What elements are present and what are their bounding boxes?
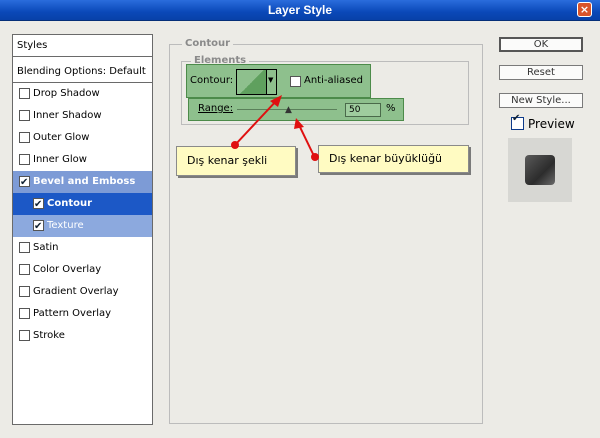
annotation-arrows <box>234 95 315 157</box>
arrow-to-range <box>298 124 315 157</box>
callout-dot-right <box>311 153 319 161</box>
dialog-body: Styles Blending Options: Default Drop Sh… <box>0 21 600 438</box>
title-bar: Layer Style × <box>0 0 600 21</box>
arrow-to-contour <box>234 98 279 146</box>
window-title: Layer Style <box>267 3 333 17</box>
close-icon: × <box>579 3 590 16</box>
close-button[interactable]: × <box>577 2 592 17</box>
arrow-head-range <box>294 118 304 129</box>
callout-dot-left <box>231 141 239 149</box>
